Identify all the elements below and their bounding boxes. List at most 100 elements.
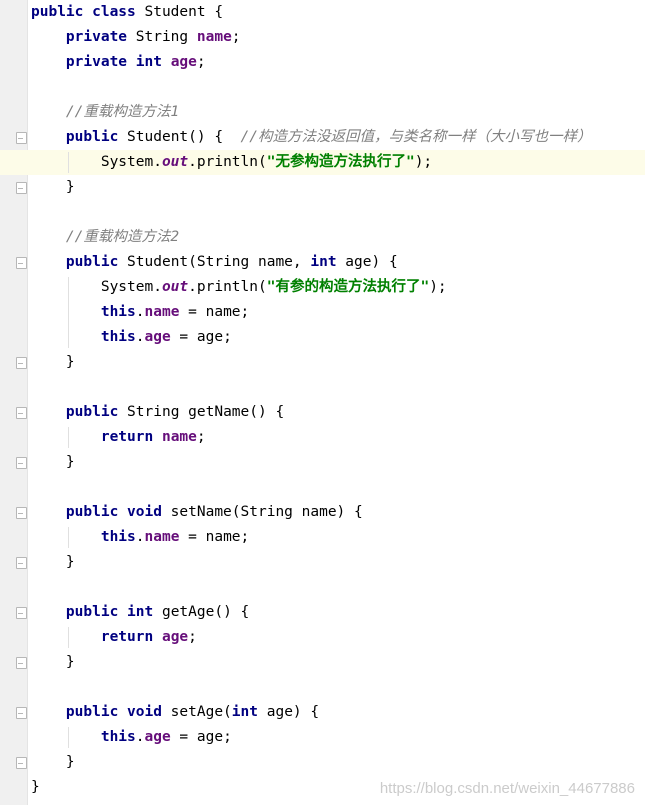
- code-line[interactable]: private String name;: [0, 25, 645, 50]
- code-line[interactable]: public class Student {: [0, 0, 645, 25]
- code-line-text: this.age = age;: [31, 725, 232, 750]
- code-line[interactable]: //重载构造方法1: [0, 100, 645, 125]
- code-line[interactable]: //重载构造方法2: [0, 225, 645, 250]
- code-token-plain: ;: [231, 29, 241, 45]
- fold-marker-icon[interactable]: [16, 407, 27, 419]
- code-line-text: public void setName(String name) {: [31, 500, 363, 525]
- code-token-kw: public class: [31, 4, 136, 20]
- fold-marker-icon[interactable]: [16, 607, 27, 619]
- code-line[interactable]: [0, 375, 645, 400]
- fold-marker-icon[interactable]: [16, 557, 27, 569]
- code-token-cmt: //重载构造方法1: [65, 104, 180, 120]
- code-line[interactable]: return name;: [0, 425, 645, 450]
- code-line-text: }: [31, 775, 40, 800]
- code-line-text: public Student() { //构造方法没返回值，与类名称一样（大小写…: [31, 125, 592, 150]
- code-token-field: name: [161, 429, 197, 445]
- code-line-text: private int age;: [31, 50, 206, 75]
- code-line-text: System.out.println("有参的构造方法执行了");: [31, 275, 447, 300]
- code-token-plain: Student {: [135, 4, 224, 20]
- code-token-plain: }: [31, 779, 40, 795]
- code-line[interactable]: }: [0, 550, 645, 575]
- code-token-kw: this: [100, 304, 136, 320]
- code-line[interactable]: [0, 75, 645, 100]
- code-line[interactable]: }: [0, 750, 645, 775]
- code-token-plain: ;: [188, 629, 197, 645]
- code-line[interactable]: private int age;: [0, 50, 645, 75]
- code-line[interactable]: return age;: [0, 625, 645, 650]
- code-token-plain: getAge() {: [153, 604, 250, 620]
- code-token-kw: public void: [65, 504, 162, 520]
- code-line-text: }: [31, 450, 75, 475]
- code-token-field: age: [144, 329, 171, 345]
- fold-marker-icon[interactable]: [16, 707, 27, 719]
- indent-guide: [68, 277, 69, 348]
- code-token-plain: age) {: [258, 704, 320, 720]
- code-token-kw: int: [231, 704, 258, 720]
- code-line-text: }: [31, 650, 75, 675]
- code-line[interactable]: }: [0, 175, 645, 200]
- code-line[interactable]: public void setAge(int age) {: [0, 700, 645, 725]
- code-line[interactable]: public int getAge() {: [0, 600, 645, 625]
- code-token-plain: System.: [31, 279, 162, 295]
- code-line[interactable]: [0, 575, 645, 600]
- fold-marker-icon[interactable]: [16, 257, 27, 269]
- code-token-kw: public void: [65, 704, 162, 720]
- code-line[interactable]: this.age = age;: [0, 725, 645, 750]
- fold-marker-icon[interactable]: [16, 457, 27, 469]
- code-line[interactable]: }: [0, 450, 645, 475]
- code-token-kw: public: [65, 254, 119, 270]
- fold-marker-icon[interactable]: [16, 507, 27, 519]
- code-token-plain: = name;: [179, 529, 250, 545]
- code-line[interactable]: public String getName() {: [0, 400, 645, 425]
- code-line[interactable]: this.name = name;: [0, 525, 645, 550]
- code-line-text: System.out.println("无参构造方法执行了");: [31, 150, 432, 175]
- code-line[interactable]: System.out.println("有参的构造方法执行了");: [0, 275, 645, 300]
- fold-marker-icon[interactable]: [16, 132, 27, 144]
- fold-marker-icon[interactable]: [16, 357, 27, 369]
- code-line[interactable]: this.name = name;: [0, 300, 645, 325]
- code-token-plain: String: [127, 29, 197, 45]
- code-token-plain: .: [135, 529, 145, 545]
- code-line[interactable]: }: [0, 650, 645, 675]
- fold-marker-icon[interactable]: [16, 757, 27, 769]
- fold-marker-icon[interactable]: [16, 182, 27, 194]
- code-line[interactable]: public Student(String name, int age) {: [0, 250, 645, 275]
- code-line[interactable]: public Student() { //构造方法没返回值，与类名称一样（大小写…: [0, 125, 645, 150]
- code-line-text: public Student(String name, int age) {: [31, 250, 398, 275]
- code-line[interactable]: [0, 475, 645, 500]
- code-token-field: age: [161, 629, 189, 645]
- code-line[interactable]: public void setName(String name) {: [0, 500, 645, 525]
- code-token-kw: return: [100, 629, 154, 645]
- code-token-plain: Student(String name,: [118, 254, 311, 270]
- code-token-plain: setName(String name) {: [161, 504, 363, 520]
- code-token-field: age: [144, 729, 171, 745]
- code-line[interactable]: [0, 200, 645, 225]
- code-token-plain: setAge(: [161, 704, 232, 720]
- code-token-kw: public: [65, 404, 119, 420]
- code-editor[interactable]: public class Student { private String na…: [0, 0, 645, 805]
- code-token-plain: }: [31, 554, 75, 570]
- code-token-str: "有参的构造方法执行了": [266, 279, 430, 295]
- indent-guide: [68, 427, 69, 448]
- code-line[interactable]: this.age = age;: [0, 325, 645, 350]
- code-line[interactable]: [0, 675, 645, 700]
- code-line-text: }: [31, 750, 75, 775]
- code-line-text: this.name = name;: [31, 525, 249, 550]
- code-token-field: name: [144, 529, 180, 545]
- fold-marker-icon[interactable]: [16, 657, 27, 669]
- code-token-plain: ;: [196, 54, 206, 70]
- code-token-kw: public int: [65, 604, 154, 620]
- code-token-kw: this: [100, 329, 136, 345]
- code-line[interactable]: System.out.println("无参构造方法执行了");: [0, 150, 645, 175]
- code-line[interactable]: }: [0, 350, 645, 375]
- code-token-plain: = name;: [179, 304, 250, 320]
